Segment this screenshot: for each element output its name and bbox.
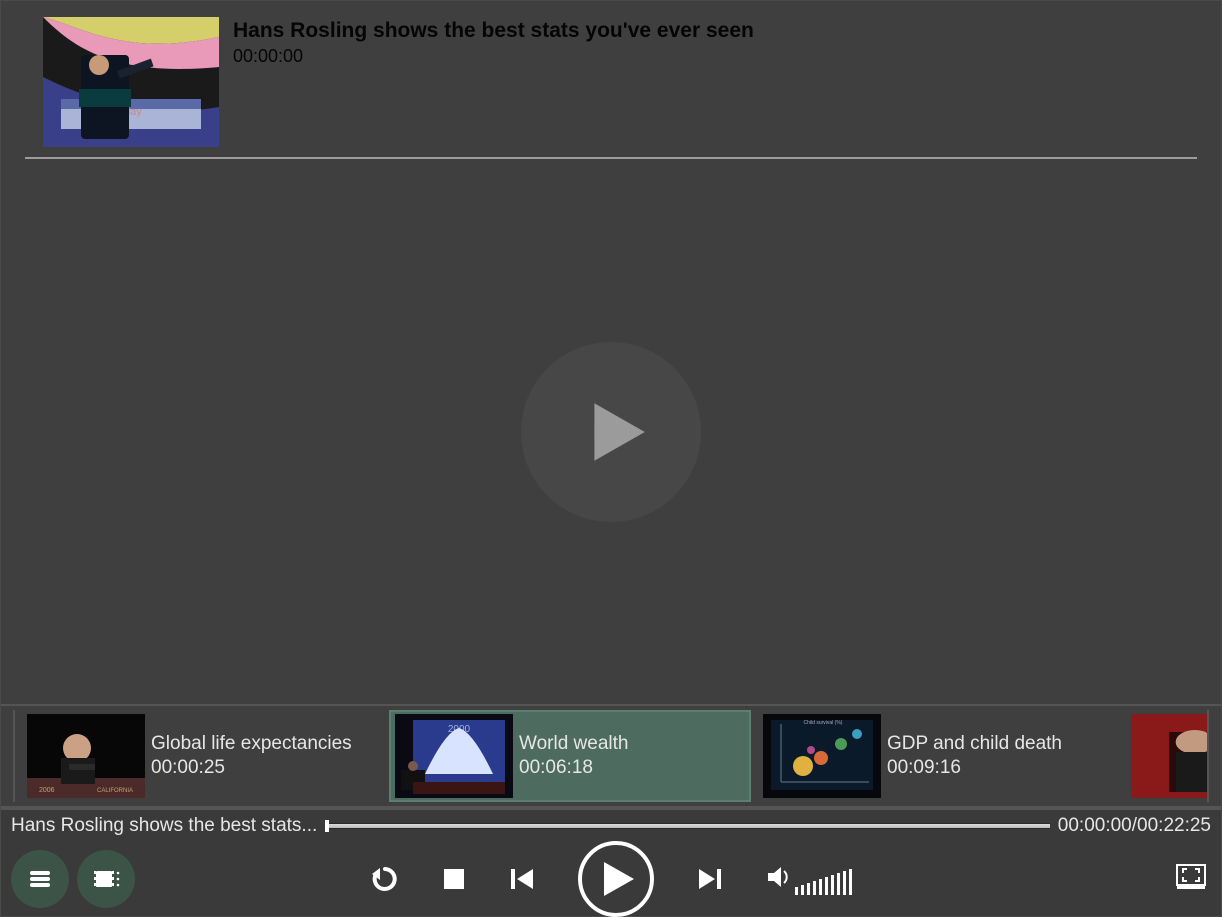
chapter-item[interactable]: 2006 CALIFORNIA Global life expectancies…: [21, 710, 383, 802]
fullscreen-button[interactable]: [1175, 863, 1207, 896]
volume-bar[interactable]: [843, 871, 846, 895]
stop-icon: [442, 867, 466, 891]
chapter-meta: Global life expectancies 00:00:25: [151, 733, 352, 779]
now-playing-title: Hans Rosling shows the best stats...: [11, 815, 317, 837]
play-overlay-button[interactable]: [521, 342, 701, 522]
chapter-thumbnail: Child survival (%): [763, 714, 881, 798]
svg-text:Child survival (%): Child survival (%): [804, 720, 843, 726]
chapter-scroll-left[interactable]: [1, 710, 15, 802]
video-player-app: day Hans Rosling shows the best stats yo…: [0, 0, 1222, 917]
volume-bar[interactable]: [837, 873, 840, 895]
controls-row: [1, 840, 1221, 917]
previous-button[interactable]: [508, 865, 536, 893]
chapter-time: 00:06:18: [519, 757, 628, 779]
transport-controls: [370, 841, 852, 917]
chapter-meta: GDP and child death 00:09:16: [887, 733, 1062, 779]
chapter-title: World wealth: [519, 733, 628, 755]
seek-knob[interactable]: [325, 820, 329, 832]
play-button[interactable]: [578, 841, 654, 917]
list-icon: [26, 865, 54, 893]
chapter-item[interactable]: 2000 World wealth 00:06:18: [389, 710, 751, 802]
time-readout: 00:00:00/00:22:25: [1058, 815, 1211, 837]
chapters-icon: [91, 865, 121, 893]
chapter-thumbnail: [1131, 714, 1207, 798]
chapter-thumbnail: 2006 CALIFORNIA: [27, 714, 145, 798]
chapter-list: 2006 CALIFORNIA Global life expectancies…: [15, 710, 1207, 802]
chapters-button[interactable]: [77, 850, 135, 908]
chapter-title: GDP and child death: [887, 733, 1062, 755]
chapter-item[interactable]: Child survival (%) GDP and child death 0…: [757, 710, 1119, 802]
control-bar: Hans Rosling shows the best stats... 00:…: [1, 808, 1221, 916]
video-header-time: 00:00:00: [233, 46, 754, 67]
stop-button[interactable]: [442, 867, 466, 891]
volume-control[interactable]: [766, 864, 852, 895]
volume-bar[interactable]: [819, 879, 822, 895]
video-thumbnail[interactable]: day: [43, 17, 219, 147]
volume-bar[interactable]: [813, 881, 816, 895]
volume-bar[interactable]: [825, 877, 828, 895]
seek-bar[interactable]: [325, 823, 1050, 829]
volume-bar[interactable]: [807, 883, 810, 895]
volume-bar[interactable]: [795, 887, 798, 895]
total-time: 00:22:25: [1137, 815, 1211, 836]
svg-text:CALIFORNIA: CALIFORNIA: [97, 788, 133, 794]
chapter-time: 00:00:25: [151, 757, 352, 779]
chapter-item[interactable]: [1125, 710, 1207, 802]
timeline-row: Hans Rosling shows the best stats... 00:…: [1, 810, 1221, 840]
chapter-meta: World wealth 00:06:18: [519, 733, 628, 779]
chapter-strip: 2006 CALIFORNIA Global life expectancies…: [1, 704, 1221, 808]
chapter-scroll-right[interactable]: [1207, 710, 1221, 802]
video-header: day Hans Rosling shows the best stats yo…: [1, 1, 1221, 157]
chapter-time: 00:09:16: [887, 757, 1062, 779]
fullscreen-icon: [1175, 863, 1207, 891]
volume-bar[interactable]: [831, 875, 834, 895]
next-button[interactable]: [696, 865, 724, 893]
video-stage[interactable]: [1, 159, 1221, 704]
replay-button[interactable]: [370, 864, 400, 894]
volume-icon: [766, 864, 792, 895]
video-header-text: Hans Rosling shows the best stats you've…: [233, 17, 754, 67]
play-icon: [602, 860, 636, 898]
volume-bar[interactable]: [849, 869, 852, 895]
video-title: Hans Rosling shows the best stats you've…: [233, 17, 754, 44]
chapter-thumbnail: 2000: [395, 714, 513, 798]
volume-bar[interactable]: [801, 885, 804, 895]
prev-icon: [508, 865, 536, 893]
svg-text:2006: 2006: [39, 787, 55, 794]
right-buttons: [1175, 863, 1207, 896]
current-time: 00:00:00: [1058, 815, 1132, 836]
chapter-title: Global life expectancies: [151, 733, 352, 755]
replay-icon: [370, 864, 400, 894]
play-icon: [580, 396, 652, 468]
next-icon: [696, 865, 724, 893]
playlist-button[interactable]: [11, 850, 69, 908]
left-buttons: [1, 850, 135, 908]
